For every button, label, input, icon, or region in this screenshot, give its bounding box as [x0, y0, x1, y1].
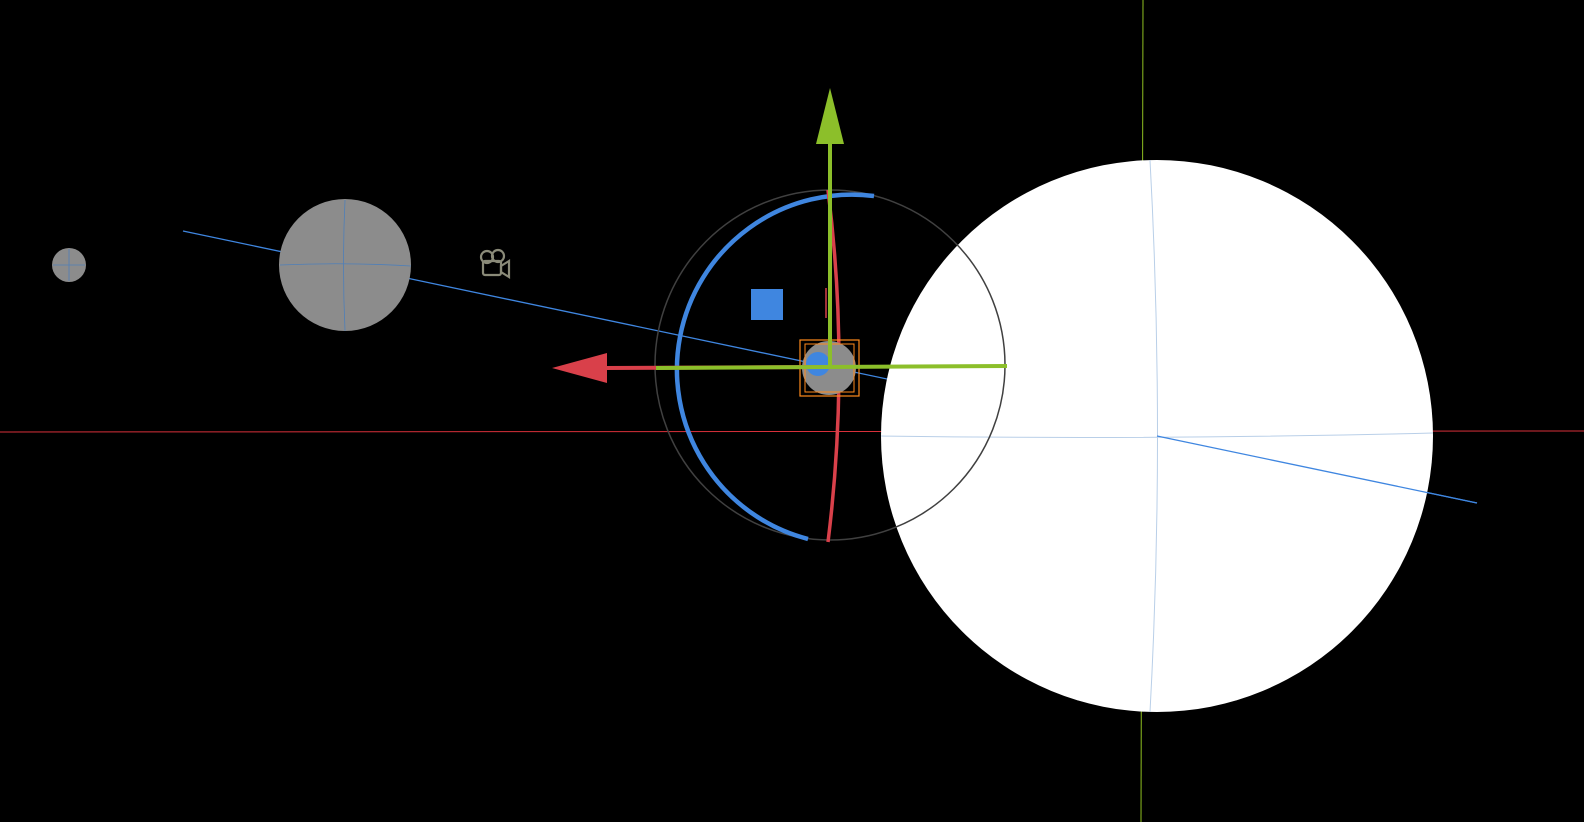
scene-viewport[interactable]	[0, 0, 1584, 822]
translate-plane-handle[interactable]	[751, 289, 783, 320]
gray-planet[interactable]	[279, 199, 412, 332]
small-moon[interactable]	[52, 248, 86, 282]
pivot-point	[806, 352, 830, 376]
translate-axis-y-horizontal[interactable]	[655, 364, 1008, 370]
